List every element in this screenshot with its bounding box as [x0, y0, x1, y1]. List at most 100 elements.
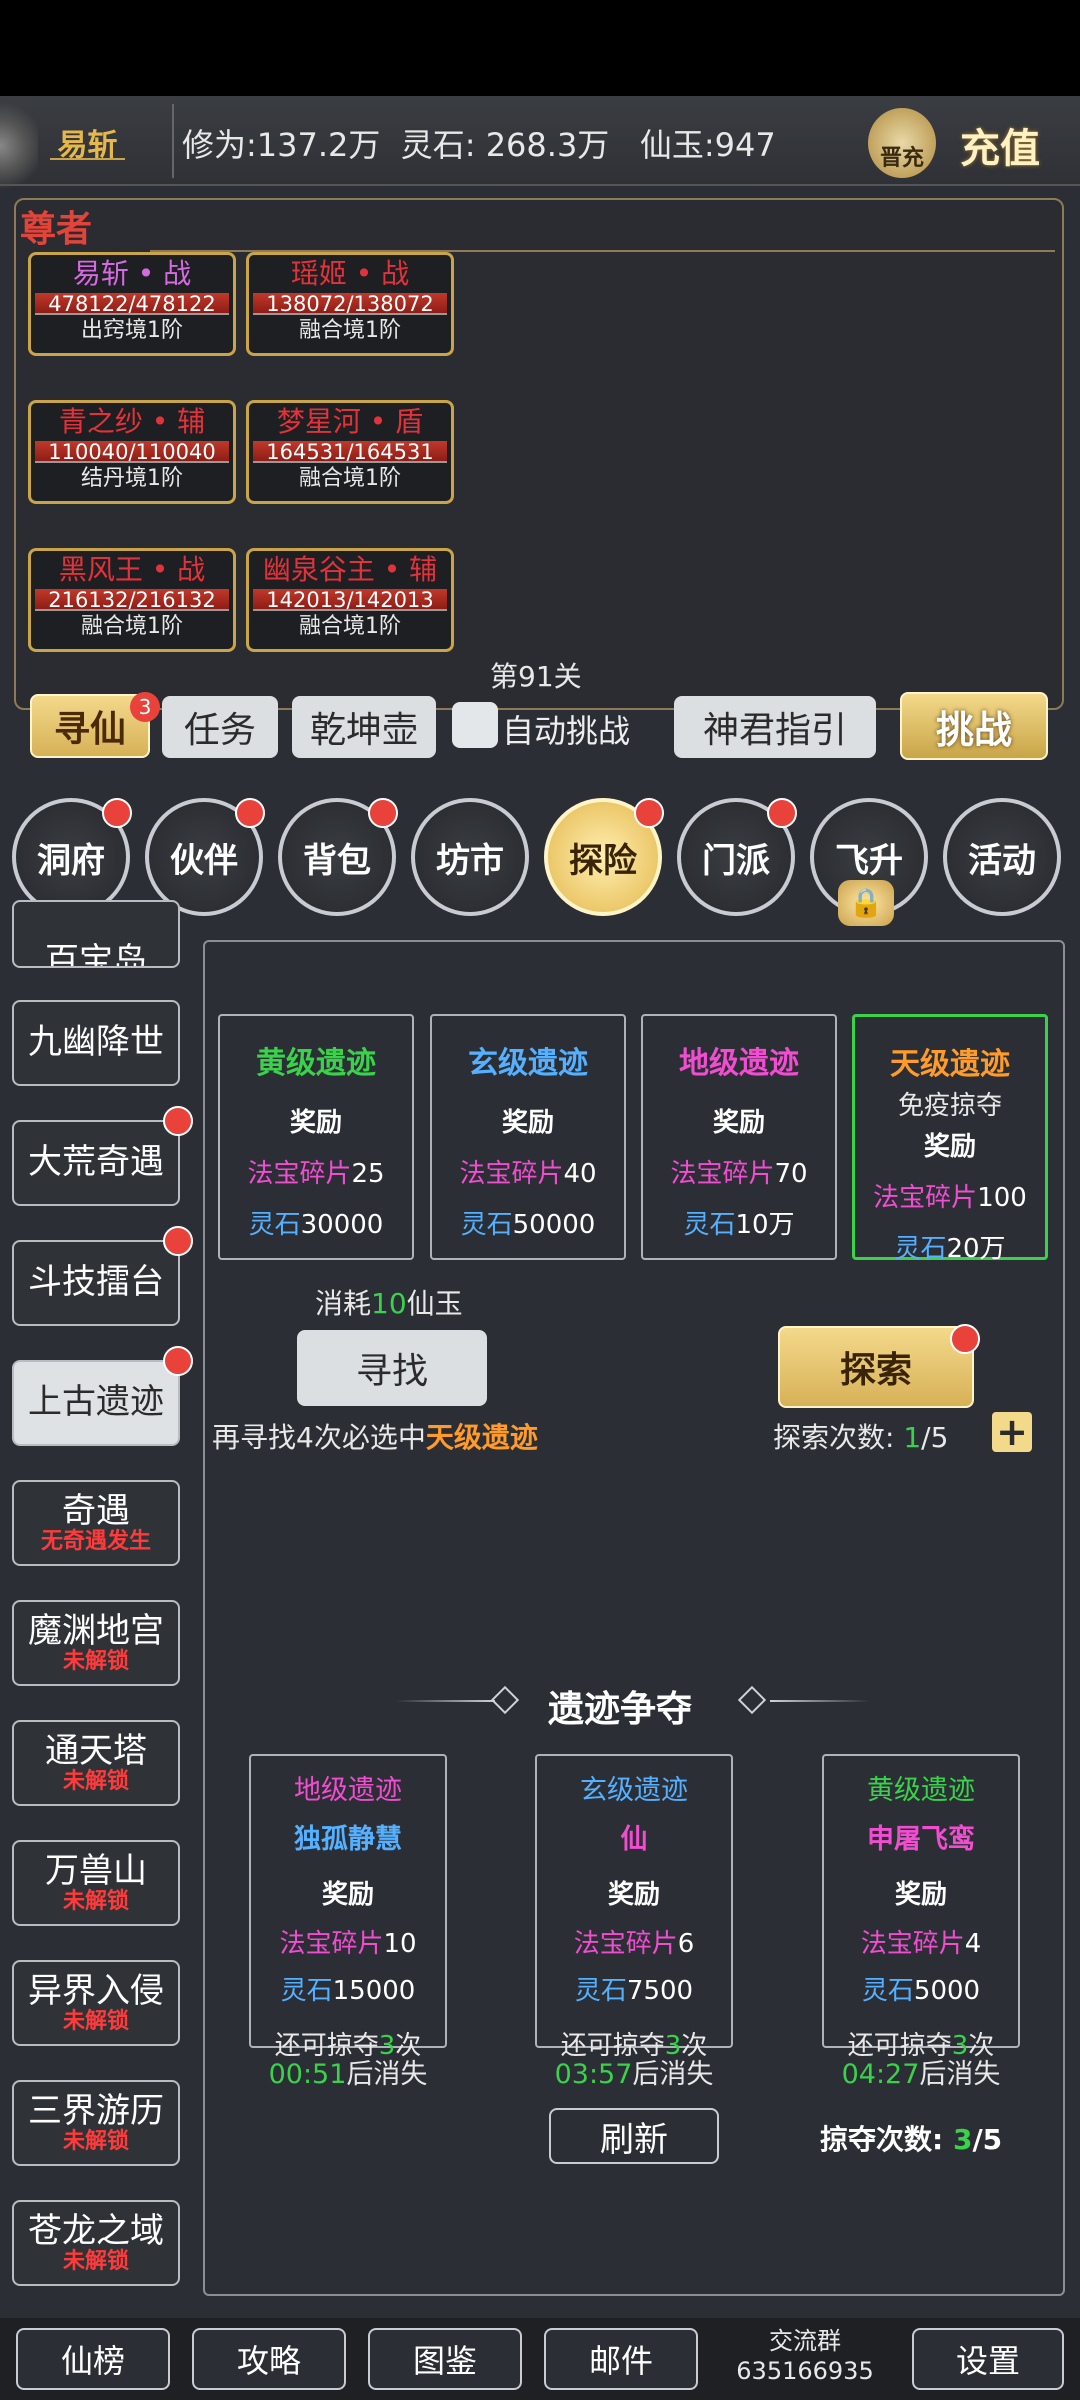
red-dot	[950, 1324, 980, 1354]
top-bar: 易斩 修为:137.2万 灵石: 268.3万 仙玉:947 晋充 充值	[0, 96, 1080, 186]
menu-ornament-icon[interactable]	[0, 96, 38, 196]
hero-hp: 110040/110040	[35, 441, 229, 463]
guide-button[interactable]: 攻略	[192, 2328, 346, 2390]
divider	[770, 1700, 870, 1702]
sidebar-item-status: 无奇遇发生	[40, 1528, 151, 1554]
auto-challenge-checkbox[interactable]	[452, 702, 498, 748]
fragment-value: 25	[351, 1159, 385, 1189]
ruin-note: 免疫掠夺	[897, 1091, 1002, 1121]
contest-owner: 申屠飞鸾	[867, 1824, 975, 1855]
contest-card[interactable]: 地级遗迹 独孤静慧 奖励 法宝碎片10 灵石15000 还可掠夺3次	[249, 1754, 447, 2061]
search-button[interactable]: 寻找	[297, 1330, 487, 1406]
cost-suffix: 仙玉	[406, 1287, 463, 1320]
spirit-stone-value: 7500	[626, 1976, 694, 2006]
sidebar-item[interactable]: 三界游历 未解锁	[12, 2080, 180, 2166]
player-name[interactable]: 易斩	[50, 120, 125, 163]
sidebar-item-status: 未解锁	[62, 1768, 129, 1794]
fragment-value: 40	[563, 1159, 597, 1189]
sidebar-item-label: 通天塔	[45, 1730, 147, 1771]
hero-card[interactable]: 瑶姬 • 战 138072/138072 融合境1阶	[246, 252, 454, 356]
sidebar-item[interactable]: 九幽降世	[12, 1000, 180, 1086]
notification-badge: 3	[130, 692, 160, 722]
pot-button[interactable]: 乾坤壶	[292, 696, 436, 758]
fragment-label: 法宝碎片	[459, 1159, 564, 1189]
rank-button[interactable]: 仙榜	[16, 2328, 170, 2390]
hint-highlight: 天级遗迹	[425, 1421, 538, 1454]
red-dot	[163, 1106, 193, 1136]
settings-button[interactable]: 设置	[912, 2328, 1064, 2390]
divider	[395, 1700, 495, 1702]
add-explore-icon[interactable]: +	[992, 1412, 1032, 1452]
hint-prefix: 再寻找4次必选中	[212, 1421, 426, 1454]
refresh-button[interactable]: 刷新	[549, 2108, 719, 2164]
nav-market[interactable]: 坊市	[411, 798, 529, 916]
red-dot	[235, 798, 265, 828]
fragment-label: 法宝碎片	[247, 1159, 352, 1189]
spirit-stone-label: 灵石	[460, 1210, 513, 1240]
sidebar-item-label: 异界入侵	[28, 1970, 164, 2011]
sidebar-item-selected[interactable]: 上古遗迹	[12, 1360, 180, 1446]
lock-icon: 🔒	[838, 880, 894, 926]
mail-button[interactable]: 邮件	[544, 2328, 698, 2390]
hero-card[interactable]: 易斩 • 战 478122/478122 出窍境1阶	[28, 252, 236, 356]
search-hint: 再寻找4次必选中天级遗迹	[212, 1416, 538, 1456]
ruin-card-xuan[interactable]: 玄级遗迹 奖励 法宝碎片40 灵石50000	[430, 1014, 626, 1260]
ruin-card-di[interactable]: 地级遗迹 奖励 法宝碎片70 灵石10万	[641, 1014, 837, 1260]
contest-owner: 仙	[620, 1824, 648, 1855]
hero-card[interactable]: 梦星河 • 盾 164531/164531 融合境1阶	[246, 400, 454, 504]
sidebar-item-status: 未解锁	[62, 2248, 129, 2274]
sidebar-item-label: 魔渊地宫	[28, 1610, 164, 1651]
status-bar	[0, 0, 1080, 96]
challenge-button[interactable]: 挑战	[900, 692, 1048, 760]
sidebar-item[interactable]: 魔渊地宫 未解锁	[12, 1600, 180, 1686]
guide-button[interactable]: 神君指引	[674, 696, 876, 758]
explore-count-total: /5	[921, 1421, 949, 1454]
hero-card[interactable]: 青之纱 • 辅 110040/110040 结丹境1阶	[28, 400, 236, 504]
group-id: 635166935	[736, 2357, 874, 2385]
contest-card[interactable]: 黄级遗迹 申屠飞鸾 奖励 法宝碎片4 灵石5000 还可掠夺3次	[822, 1754, 1020, 2061]
task-button[interactable]: 任务	[162, 696, 278, 758]
sidebar-item[interactable]: 苍龙之域 未解锁	[12, 2200, 180, 2286]
vip-avatar-icon[interactable]: 晋充	[868, 108, 936, 178]
sidebar-item-label: 斗技擂台	[28, 1262, 164, 1303]
contest-card[interactable]: 玄级遗迹 仙 奖励 法宝碎片6 灵石7500 还可掠夺3次	[535, 1754, 733, 2061]
sidebar-item[interactable]: 斗技擂台	[12, 1240, 180, 1326]
sidebar-item[interactable]: 万兽山 未解锁	[12, 1840, 180, 1926]
nav-activity[interactable]: 活动	[943, 798, 1061, 916]
timer-suffix: 后消失	[919, 2059, 1001, 2090]
divider	[172, 104, 174, 178]
hero-rank: 融合境1阶	[299, 318, 401, 343]
fragment-value: 4	[964, 1929, 982, 1959]
sidebar-item[interactable]: 大荒奇遇	[12, 1120, 180, 1206]
cost-prefix: 消耗	[315, 1287, 372, 1320]
sidebar-item-label: 上古遗迹	[28, 1382, 164, 1423]
sidebar-item[interactable]: 通天塔 未解锁	[12, 1720, 180, 1806]
explore-count-used: 1	[903, 1421, 922, 1454]
plunder-count-used: 3	[952, 2123, 973, 2156]
sidebar-item[interactable]: 奇遇 无奇遇发生	[12, 1480, 180, 1566]
ruin-card-yellow[interactable]: 黄级遗迹 奖励 法宝碎片25 灵石30000	[218, 1014, 414, 1260]
spirit-stone-value: 50000	[512, 1210, 596, 1240]
red-dot	[767, 798, 797, 828]
hero-rank: 出窍境1阶	[81, 318, 183, 343]
sidebar-item-status: 未解锁	[62, 2128, 129, 2154]
sidebar-item-label: 万兽山	[45, 1850, 147, 1891]
ruin-title: 地级遗迹	[679, 1046, 799, 1081]
ruin-title: 玄级遗迹	[468, 1046, 588, 1081]
ruin-card-tian-selected[interactable]: 天级遗迹 免疫掠夺 奖励 法宝碎片100 灵石20万	[852, 1014, 1048, 1264]
sidebar-item-status: 未解锁	[62, 1888, 129, 1914]
hero-hp: 216132/216132	[35, 589, 229, 611]
hero-card[interactable]: 黑风王 • 战 216132/216132 融合境1阶	[28, 548, 236, 652]
hero-card[interactable]: 幽泉谷主 • 辅 142013/142013 融合境1阶	[246, 548, 454, 652]
red-dot	[368, 798, 398, 828]
sidebar-item-partial[interactable]: 百宝岛	[12, 900, 180, 968]
fragment-label: 法宝碎片	[670, 1159, 775, 1189]
sidebar-item[interactable]: 异界入侵 未解锁	[12, 1960, 180, 2046]
reward-label: 奖励	[923, 1132, 976, 1162]
fragment-value: 70	[774, 1159, 808, 1189]
vip-avatar-label: 晋充	[879, 146, 924, 171]
explore-button[interactable]: 探索	[778, 1326, 974, 1408]
contest-timer: 00:51后消失	[249, 2052, 447, 2091]
atlas-button[interactable]: 图鉴	[368, 2328, 522, 2390]
recharge-button[interactable]: 充值	[960, 116, 1040, 174]
